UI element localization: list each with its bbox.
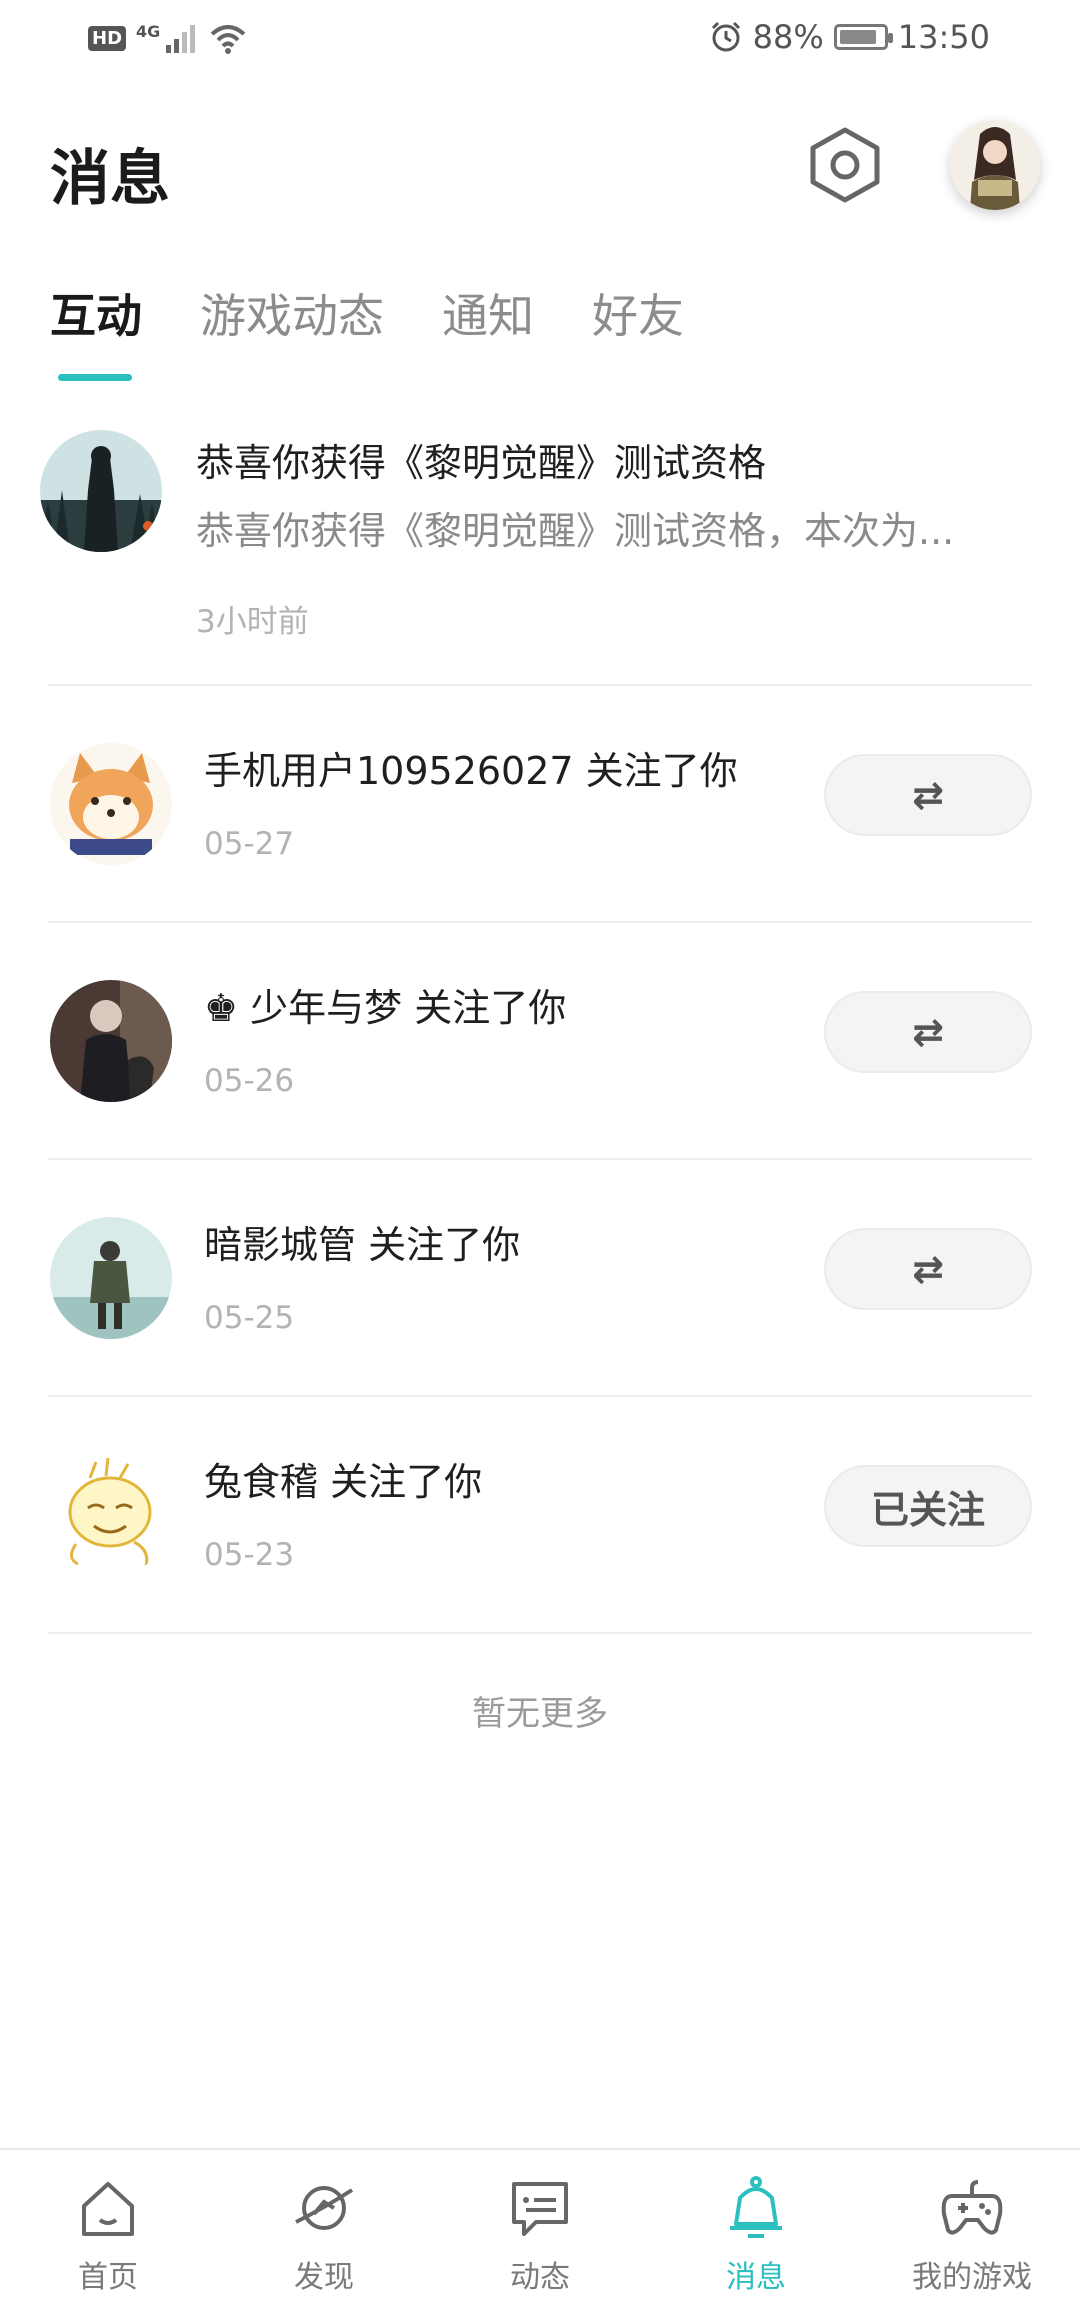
dog-portrait-avatar-image xyxy=(50,980,172,1102)
tab-notifications[interactable]: 通知 xyxy=(442,280,534,346)
nav-discover-label: 发现 xyxy=(294,2260,354,2295)
hd-badge: HD xyxy=(88,25,127,51)
tab-game-updates-label: 游戏动态 xyxy=(200,289,384,343)
gamepad-icon xyxy=(941,2180,1003,2235)
nav-home-label: 首页 xyxy=(78,2260,138,2295)
message-time: 3小时前 xyxy=(196,604,309,640)
message-list: 恭喜你获得《黎明觉醒》测试资格 恭喜你获得《黎明觉醒》测试资格，本次为... 3… xyxy=(0,400,1080,1634)
follow-message: 暗影城管 关注了你 xyxy=(204,1223,521,1267)
followed-button[interactable]: 已关注 xyxy=(824,1465,1032,1547)
clock: 13:50 xyxy=(897,18,990,56)
mutual-follow-icon: ⇄ xyxy=(912,1010,944,1054)
planet-icon xyxy=(295,2186,354,2230)
battery-percent: 88% xyxy=(752,18,824,56)
message-preview: 恭喜你获得《黎明觉醒》测试资格，本次为... xyxy=(196,509,955,553)
battery-fill xyxy=(839,30,877,44)
follow-back-button[interactable]: ⇄ xyxy=(824,754,1032,836)
page-title: 消息 xyxy=(50,144,170,214)
nav-feed-label: 动态 xyxy=(510,2260,570,2295)
soldier-avatar-image xyxy=(50,1217,172,1339)
tab-interaction-label: 互动 xyxy=(50,289,142,343)
list-item[interactable]: 暗影城管 关注了你 05-25 ⇄ xyxy=(48,1160,1032,1397)
nav-feed[interactable]: 动态 xyxy=(432,2150,648,2312)
mutual-follow-icon: ⇄ xyxy=(912,773,944,817)
message-time: 05-23 xyxy=(204,1537,295,1573)
list-item[interactable]: ♚ 少年与梦 关注了你 05-26 ⇄ xyxy=(48,923,1032,1160)
tab-game-updates[interactable]: 游戏动态 xyxy=(200,280,384,346)
signal-icon xyxy=(166,25,196,53)
avatar[interactable] xyxy=(50,1454,172,1576)
user-avatar[interactable] xyxy=(950,120,1040,210)
follow-message: 手机用户109526027 关注了你 xyxy=(204,749,738,793)
status-right: 88% 13:50 xyxy=(709,18,990,56)
nav-my-games-label: 我的游戏 xyxy=(912,2260,1032,2295)
battery-icon xyxy=(833,24,893,50)
shiba-avatar-image xyxy=(50,743,172,865)
message-title: 恭喜你获得《黎明觉醒》测试资格 xyxy=(196,441,767,485)
follow-back-button[interactable]: ⇄ xyxy=(824,1228,1032,1310)
tab-active-indicator xyxy=(58,374,132,381)
message-time: 05-25 xyxy=(204,1300,295,1336)
bell-icon xyxy=(730,2176,782,2238)
list-item[interactable]: 恭喜你获得《黎明觉醒》测试资格 恭喜你获得《黎明觉醒》测试资格，本次为... 3… xyxy=(40,400,1032,686)
feed-icon xyxy=(512,2182,568,2236)
settings-hexagon-icon xyxy=(810,127,880,203)
bottom-nav: 首页 发现 动态 消息 我的游戏 xyxy=(0,2148,1080,2312)
no-more-text: 暂无更多 xyxy=(472,1694,608,1734)
message-time: 05-27 xyxy=(204,826,295,862)
avatar[interactable] xyxy=(50,980,172,1102)
wifi-icon xyxy=(210,25,246,54)
followed-label: 已关注 xyxy=(870,1487,985,1532)
mutual-follow-icon: ⇄ xyxy=(912,1247,944,1291)
list-item[interactable]: 手机用户109526027 关注了你 05-27 ⇄ xyxy=(48,686,1032,923)
nav-messages[interactable]: 消息 xyxy=(648,2150,864,2312)
tab-friends[interactable]: 好友 xyxy=(592,280,684,346)
home-icon xyxy=(82,2182,134,2236)
user-avatar-image xyxy=(950,120,1040,210)
avatar[interactable] xyxy=(40,430,162,552)
status-left: HD 4G xyxy=(88,22,248,54)
avatar[interactable] xyxy=(50,1217,172,1339)
alarm-icon xyxy=(711,21,740,52)
tab-bar: 互动 游戏动态 通知 好友 xyxy=(50,280,684,381)
nav-home[interactable]: 首页 xyxy=(0,2150,216,2312)
list-item[interactable]: 兔食稽 关注了你 05-23 已关注 xyxy=(48,1397,1032,1634)
nav-messages-label: 消息 xyxy=(726,2260,786,2295)
nav-discover[interactable]: 发现 xyxy=(216,2150,432,2312)
settings-button[interactable] xyxy=(800,120,890,210)
network-label: 4G xyxy=(136,22,161,41)
avatar[interactable] xyxy=(50,743,172,865)
nav-my-games[interactable]: 我的游戏 xyxy=(864,2150,1080,2312)
status-bar: HD 4G 88% 13:50 xyxy=(0,0,1080,80)
tab-notifications-label: 通知 xyxy=(442,289,534,343)
cartoon-face-avatar-image xyxy=(50,1454,172,1576)
game-avatar-image xyxy=(40,430,162,552)
tab-interaction[interactable]: 互动 xyxy=(50,280,142,381)
tab-friends-label: 好友 xyxy=(592,289,684,343)
follow-message: ♚ 少年与梦 关注了你 xyxy=(204,986,567,1030)
header: 消息 xyxy=(50,120,1040,220)
follow-message: 兔食稽 关注了你 xyxy=(204,1460,483,1504)
message-time: 05-26 xyxy=(204,1063,295,1099)
follow-back-button[interactable]: ⇄ xyxy=(824,991,1032,1073)
